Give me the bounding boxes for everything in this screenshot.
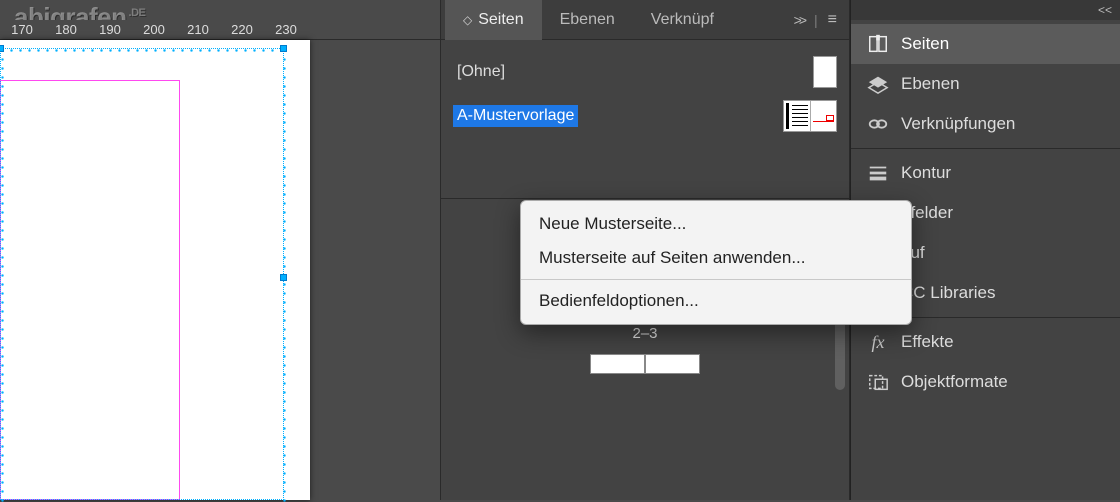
object-styles-icon [867, 372, 889, 392]
menu-apply-master[interactable]: Musterseite auf Seiten anwenden... [521, 241, 911, 275]
page-preview[interactable] [0, 40, 310, 500]
menu-new-master[interactable]: Neue Musterseite... [521, 207, 911, 241]
master-none-thumb[interactable] [813, 56, 837, 88]
sidebar-group-3: fx Effekte Objektformate [851, 318, 1120, 406]
sidebar-item-label: CC Libraries [901, 283, 995, 303]
expand-collapse-icon: ◇ [463, 14, 472, 26]
ruler-tick: 220 [220, 20, 264, 39]
sidebar-item-verknuepfungen[interactable]: Verknüpfungen [851, 104, 1120, 144]
tab-seiten[interactable]: ◇ Seiten [445, 0, 542, 40]
master-a-thumb[interactable] [783, 100, 837, 132]
sidebar-item-label: Effekte [901, 332, 954, 352]
spread-label: 2–3 [632, 325, 657, 342]
sidebar-item-label: Objektformate [901, 372, 1008, 392]
panel-menu-icon[interactable]: ≡ [828, 11, 837, 29]
document-canvas: abigrafen.DE 170 180 190 200 210 220 230 [0, 0, 440, 500]
layers-icon [867, 74, 889, 94]
sidebar-item-label: Verknüpfungen [901, 114, 1015, 134]
ruler-tick: 210 [176, 20, 220, 39]
sidebar-item-label: Ebenen [901, 74, 960, 94]
collapse-panels-icon[interactable]: >> [794, 12, 804, 28]
spread-thumb-partial[interactable] [590, 354, 700, 374]
master-a-row[interactable]: A-Mustervorlage [453, 94, 837, 138]
master-a-label: A-Mustervorlage [453, 105, 578, 127]
links-icon [867, 114, 889, 134]
context-menu: Neue Musterseite... Musterseite auf Seit… [520, 200, 912, 325]
ruler-tick: 230 [264, 20, 308, 39]
ruler-tick: 180 [44, 20, 88, 39]
ruler-tick: 200 [132, 20, 176, 39]
sidebar-item-kontur[interactable]: Kontur [851, 153, 1120, 193]
menu-separator [521, 279, 911, 280]
expand-sidebar-icon[interactable]: << [1098, 3, 1112, 17]
sidebar-item-objektformate[interactable]: Objektformate [851, 362, 1120, 402]
stroke-icon [867, 163, 889, 183]
master-pages-list: [Ohne] A-Mustervorlage [441, 40, 849, 138]
sidebar-topbar: << [851, 0, 1120, 20]
master-none-label: [Ohne] [453, 61, 509, 83]
sidebar-item-label: Seiten [901, 34, 949, 54]
tab-ebenen[interactable]: Ebenen [542, 0, 633, 40]
sidebar-item-label: Kontur [901, 163, 951, 183]
horizontal-ruler[interactable]: 170 180 190 200 210 220 230 [0, 20, 440, 40]
sidebar-group-1: Seiten Ebenen Verknüpfungen [851, 20, 1120, 149]
ruler-tick: 170 [0, 20, 44, 39]
sidebar-item-ebenen[interactable]: Ebenen [851, 64, 1120, 104]
tab-verknuepf[interactable]: Verknüpf [633, 0, 732, 40]
menu-panel-options[interactable]: Bedienfeldoptionen... [521, 284, 911, 318]
panel-divider: | [814, 12, 818, 28]
ruler-tick: 190 [88, 20, 132, 39]
sidebar-item-seiten[interactable]: Seiten [851, 24, 1120, 64]
effects-icon: fx [867, 332, 889, 352]
pages-icon [867, 34, 889, 54]
panel-tabs: ◇ Seiten Ebenen Verknüpf >> | ≡ [441, 0, 849, 40]
sidebar-item-effekte[interactable]: fx Effekte [851, 322, 1120, 362]
master-none-row[interactable]: [Ohne] [453, 50, 837, 94]
